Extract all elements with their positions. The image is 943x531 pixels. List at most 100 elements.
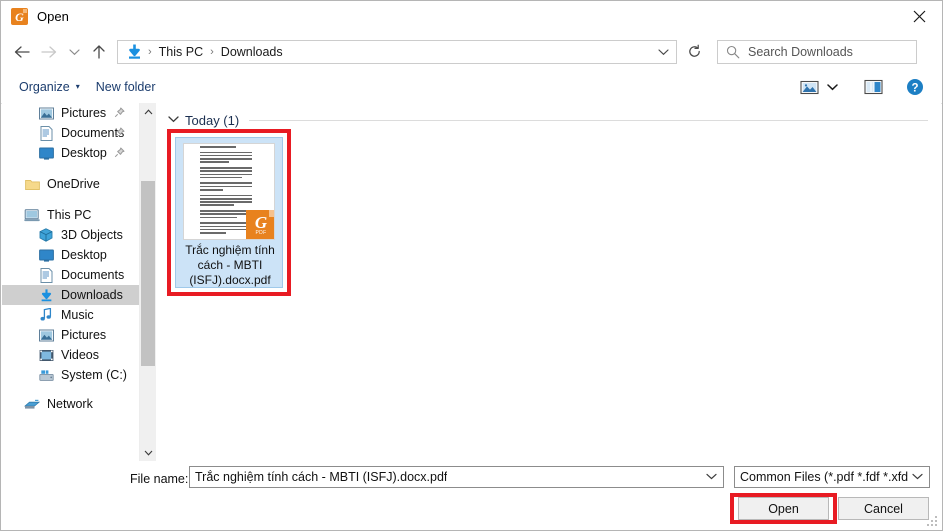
window-title: Open bbox=[37, 9, 69, 24]
sidebar-item-videos[interactable]: Videos bbox=[2, 345, 139, 365]
desktop-icon bbox=[38, 247, 54, 263]
recent-locations-button[interactable] bbox=[63, 37, 85, 67]
desktop-icon bbox=[38, 145, 54, 161]
sidebar-item-music[interactable]: Music bbox=[2, 305, 139, 325]
sidebar-item-this-pc[interactable]: This PC bbox=[2, 205, 139, 225]
downloads-icon bbox=[38, 287, 54, 303]
up-button[interactable] bbox=[85, 37, 113, 67]
navigation-bar: › This PC › Downloads Search Downloads bbox=[1, 32, 942, 71]
scroll-down-arrow[interactable] bbox=[140, 444, 156, 461]
downloads-arrow-icon bbox=[126, 43, 143, 60]
sidebar-item-label: Desktop bbox=[61, 248, 107, 262]
breadcrumb-this-pc[interactable]: This PC bbox=[157, 45, 205, 59]
drive-icon bbox=[38, 367, 54, 383]
sidebar-item-label: Network bbox=[47, 397, 93, 411]
sidebar-item-downloads[interactable]: Downloads bbox=[2, 285, 139, 305]
file-name-label: File name: bbox=[130, 472, 189, 486]
breadcrumb-separator-1: › bbox=[210, 45, 214, 58]
sidebar-item-label: Documents bbox=[61, 268, 125, 282]
sidebar-item-3d-objects[interactable]: 3D Objects bbox=[2, 225, 139, 245]
pin-icon[interactable] bbox=[114, 107, 125, 121]
pdf-badge-icon: G PDF bbox=[246, 210, 274, 239]
forward-button[interactable] bbox=[35, 37, 63, 67]
file-item-name: Trắc nghiệm tính cách - MBTI (ISFJ).docx… bbox=[185, 243, 275, 287]
sidebar-item-label: Music bbox=[61, 308, 94, 322]
app-icon: G bbox=[11, 8, 28, 25]
chevron-down-icon[interactable] bbox=[706, 472, 717, 482]
svg-text:?: ? bbox=[911, 82, 918, 94]
resize-grip[interactable] bbox=[927, 516, 938, 527]
scroll-up-arrow[interactable] bbox=[140, 103, 156, 120]
breadcrumb-downloads[interactable]: Downloads bbox=[219, 45, 285, 59]
sidebar-item-label: This PC bbox=[47, 208, 92, 222]
open-button[interactable]: Open bbox=[738, 497, 829, 520]
sidebar-item-label: Desktop bbox=[61, 146, 107, 160]
sidebar-item-onedrive[interactable]: OneDrive bbox=[2, 174, 139, 194]
sidebar-item-desktop-quick[interactable]: Desktop bbox=[2, 143, 139, 163]
sidebar-item-label: System (C:) bbox=[61, 368, 127, 382]
music-icon bbox=[38, 307, 54, 323]
sidebar-item-pictures-quick[interactable]: Pictures bbox=[2, 103, 139, 123]
sidebar-item-system-c[interactable]: System (C:) bbox=[2, 365, 139, 385]
new-folder-label: New folder bbox=[95, 80, 156, 94]
close-button[interactable] bbox=[896, 1, 942, 32]
pdf-badge-letter: G bbox=[254, 212, 268, 232]
help-icon[interactable]: ? bbox=[902, 75, 928, 99]
documents-icon bbox=[38, 267, 54, 283]
sidebar-scrollbar[interactable] bbox=[139, 103, 156, 461]
sidebar-item-documents[interactable]: Documents bbox=[2, 265, 139, 285]
cancel-button[interactable]: Cancel bbox=[838, 497, 929, 520]
file-group-header[interactable]: Today (1) bbox=[168, 113, 928, 128]
search-box[interactable]: Search Downloads bbox=[717, 39, 917, 64]
documents-icon bbox=[38, 125, 54, 141]
network-icon bbox=[24, 396, 40, 412]
sidebar-item-label: Downloads bbox=[61, 288, 123, 302]
sidebar-item-pictures[interactable]: Pictures bbox=[2, 325, 139, 345]
open-file-dialog: G Open › This PC › Downloads Search Down… bbox=[0, 0, 943, 531]
chevron-down-icon: ▾ bbox=[75, 82, 80, 91]
pin-icon[interactable] bbox=[114, 147, 125, 161]
command-toolbar: Organize ▾ New folder ? bbox=[1, 71, 942, 104]
videos-icon bbox=[38, 347, 54, 363]
navigation-pane[interactable]: Pictures Documents Desktop OneDrive This… bbox=[2, 103, 139, 461]
new-folder-button[interactable]: New folder bbox=[88, 77, 164, 97]
sidebar-item-desktop[interactable]: Desktop bbox=[2, 245, 139, 265]
3d-objects-icon bbox=[38, 227, 54, 243]
search-input[interactable]: Search Downloads bbox=[748, 45, 853, 59]
group-divider bbox=[249, 120, 928, 121]
sidebar-item-network[interactable]: Network bbox=[2, 394, 139, 414]
file-type-dropdown[interactable]: Common Files (*.pdf *.fdf *.xfd bbox=[734, 466, 930, 488]
change-view-icon[interactable] bbox=[796, 75, 822, 99]
this-pc-icon bbox=[24, 207, 40, 223]
search-icon bbox=[726, 45, 740, 59]
chevron-down-icon[interactable] bbox=[168, 115, 179, 126]
chevron-down-icon[interactable] bbox=[912, 472, 923, 482]
title-bar: G Open bbox=[1, 1, 942, 32]
refresh-icon[interactable] bbox=[679, 40, 709, 64]
pin-icon[interactable] bbox=[114, 127, 125, 141]
file-item[interactable]: G PDF Trắc nghiệm tính cách - MBTI (ISFJ… bbox=[175, 137, 283, 288]
toolbar-right-group: ? bbox=[796, 75, 942, 99]
organize-button[interactable]: Organize ▾ bbox=[11, 77, 88, 97]
pictures-icon bbox=[38, 105, 54, 121]
file-type-value: Common Files (*.pdf *.fdf *.xfd bbox=[740, 470, 909, 484]
pdf-badge-text: PDF bbox=[255, 229, 267, 236]
sidebar-item-label: Videos bbox=[61, 348, 99, 362]
file-name-input[interactable]: Trắc nghiệm tính cách - MBTI (ISFJ).docx… bbox=[189, 466, 724, 488]
file-name-value: Trắc nghiệm tính cách - MBTI (ISFJ).docx… bbox=[195, 470, 448, 484]
chevron-down-icon[interactable] bbox=[650, 41, 676, 63]
back-button[interactable] bbox=[7, 37, 35, 67]
breadcrumb-separator-0: › bbox=[148, 45, 152, 58]
onedrive-folder-icon bbox=[24, 176, 40, 192]
sidebar-item-label: 3D Objects bbox=[61, 228, 123, 242]
view-dropdown-icon[interactable] bbox=[822, 75, 842, 99]
preview-pane-icon[interactable] bbox=[860, 75, 886, 99]
pictures-icon bbox=[38, 327, 54, 343]
sidebar-item-label: Pictures bbox=[61, 106, 107, 120]
sidebar-item-documents-quick[interactable]: Documents bbox=[2, 123, 139, 143]
file-group-label: Today (1) bbox=[185, 113, 240, 128]
organize-label: Organize bbox=[19, 80, 70, 94]
scrollbar-thumb[interactable] bbox=[141, 181, 155, 366]
app-icon-letter: G bbox=[15, 9, 24, 24]
address-bar[interactable]: › This PC › Downloads bbox=[117, 39, 677, 64]
